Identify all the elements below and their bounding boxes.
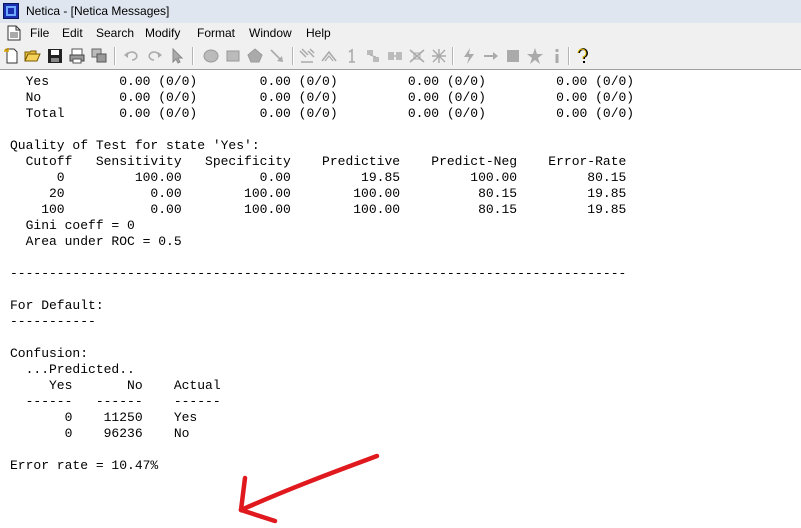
open-folder-icon[interactable] xyxy=(24,47,42,65)
toolbar xyxy=(0,43,801,70)
menu-file[interactable]: File xyxy=(30,26,49,40)
menu-format[interactable]: Format xyxy=(197,26,235,40)
message-line: ----------- xyxy=(10,314,96,329)
box-icon[interactable] xyxy=(504,47,522,65)
menu-search[interactable]: Search xyxy=(96,26,134,40)
red-arrow-annotation xyxy=(238,453,380,524)
link-arrow-icon[interactable] xyxy=(268,47,286,65)
menu-window[interactable]: Window xyxy=(249,26,292,40)
message-line: Error rate = 10.47% xyxy=(10,458,159,473)
lightning-icon[interactable] xyxy=(460,47,478,65)
message-line: 0 96236 No xyxy=(10,426,190,441)
menu-edit[interactable]: Edit xyxy=(62,26,83,40)
new-file-icon[interactable] xyxy=(3,47,21,65)
undo-icon[interactable] xyxy=(122,47,140,65)
message-line: Total 0.00 (0/0) 0.00 (0/0) 0.00 (0/0) 0… xyxy=(10,106,635,121)
netica-app-icon[interactable] xyxy=(3,3,19,19)
redo-icon[interactable] xyxy=(146,47,164,65)
decision-node-icon[interactable] xyxy=(224,47,242,65)
title-bar: Netica - [Netica Messages] xyxy=(0,0,801,24)
toolbar-separator xyxy=(452,47,454,65)
message-line: Yes 0.00 (0/0) 0.00 (0/0) 0.00 (0/0) 0.0… xyxy=(10,74,635,89)
message-line: Gini coeff = 0 xyxy=(10,218,135,233)
window-title: Netica - [Netica Messages] xyxy=(26,4,170,18)
toolbar-separator xyxy=(192,47,194,65)
gear-icon[interactable] xyxy=(430,47,448,65)
message-line: 20 0.00 100.00 100.00 80.15 19.85 xyxy=(10,186,627,201)
compile-icon[interactable] xyxy=(298,47,316,65)
message-line: ...Predicted.. xyxy=(10,362,135,377)
message-line: ----------------------------------------… xyxy=(10,266,627,281)
add-finding-icon[interactable] xyxy=(364,47,382,65)
message-line: 100 0.00 100.00 100.00 80.15 19.85 xyxy=(10,202,627,217)
oval-node-icon[interactable] xyxy=(202,47,220,65)
info-icon[interactable] xyxy=(548,47,566,65)
toolbar-separator xyxy=(114,47,116,65)
message-line: Confusion: xyxy=(10,346,89,361)
dependent-icon[interactable] xyxy=(408,47,426,65)
right-arrow-icon[interactable] xyxy=(482,47,500,65)
select-arrow-icon[interactable] xyxy=(168,47,186,65)
message-line: Quality of Test for state 'Yes': xyxy=(10,138,260,153)
message-line: No 0.00 (0/0) 0.00 (0/0) 0.00 (0/0) 0.00… xyxy=(10,90,635,105)
remove-finding-icon[interactable] xyxy=(386,47,404,65)
utility-node-icon[interactable] xyxy=(246,47,264,65)
menu-help[interactable]: Help xyxy=(306,26,331,40)
message-line: 0 100.00 0.00 19.85 100.00 80.15 xyxy=(10,170,627,185)
help-icon[interactable] xyxy=(574,47,592,65)
document-icon[interactable] xyxy=(7,25,21,41)
message-line: For Default: xyxy=(10,298,104,313)
save-icon[interactable] xyxy=(46,47,64,65)
message-line: Cutoff Sensitivity Specificity Predictiv… xyxy=(10,154,627,169)
message-line: Area under ROC = 0.5 xyxy=(10,234,182,249)
menu-bar: File Edit Search Modify Format Window He… xyxy=(0,23,801,43)
toolbar-separator xyxy=(568,47,570,65)
absorb-icon[interactable] xyxy=(320,47,338,65)
message-line: ------ ------ ------ xyxy=(10,394,221,409)
number-one-icon[interactable] xyxy=(342,47,360,65)
print-icon[interactable] xyxy=(68,47,86,65)
star-icon[interactable] xyxy=(526,47,544,65)
cascade-icon[interactable] xyxy=(90,47,108,65)
toolbar-separator xyxy=(292,47,294,65)
messages-panel[interactable]: Yes 0.00 (0/0) 0.00 (0/0) 0.00 (0/0) 0.0… xyxy=(0,70,801,524)
message-line: Yes No Actual xyxy=(10,378,221,393)
message-line: 0 11250 Yes xyxy=(10,410,198,425)
menu-modify[interactable]: Modify xyxy=(145,26,180,40)
